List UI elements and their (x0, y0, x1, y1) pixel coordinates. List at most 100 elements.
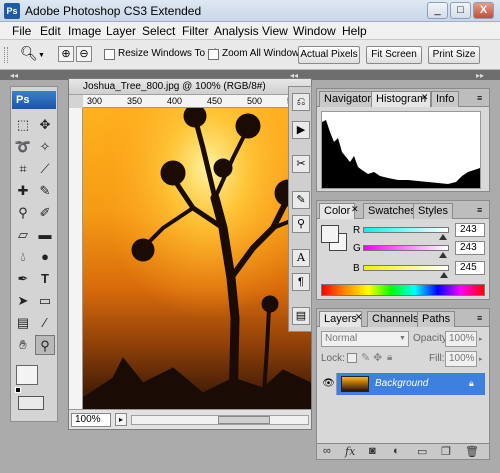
character-panel-icon[interactable]: A (292, 249, 310, 267)
fill-field[interactable]: 100% (445, 351, 477, 367)
print-size-button[interactable]: Print Size (428, 46, 480, 64)
tool-preset-dropdown-icon[interactable]: ▼ (38, 52, 45, 59)
zoom-in-icon[interactable]: ⊕ (58, 46, 74, 62)
green-slider-thumb[interactable] (439, 252, 447, 258)
layer-row-background[interactable]: 👁︎ Background 🔒︎ (321, 373, 485, 395)
gradient-tool-icon[interactable]: ▬ (35, 225, 55, 245)
menu-view[interactable]: View (262, 24, 288, 38)
blue-slider[interactable] (363, 265, 449, 271)
history-brush-tool-icon[interactable]: ✐ (35, 203, 55, 223)
expand-panels-icon[interactable]: ▸▸ (476, 71, 484, 80)
brushes-panel-icon[interactable]: ✎ (292, 191, 310, 209)
notes-tool-icon[interactable]: ▤ (13, 313, 33, 333)
path-selection-tool-icon[interactable]: ➤ (13, 291, 33, 311)
toolbox-logo[interactable]: Ps (12, 91, 56, 109)
document-title[interactable]: Joshua_Tree_800.jpg @ 100% (RGB/8#) (69, 79, 311, 95)
tab-color[interactable]: Color (319, 203, 356, 219)
menu-file[interactable]: File (12, 24, 31, 38)
new-group-icon[interactable]: ▭ (417, 445, 427, 458)
layer-style-icon[interactable]: fx (345, 445, 355, 458)
options-grip[interactable] (4, 47, 8, 63)
type-tool-icon[interactable]: T (35, 269, 55, 289)
menu-layer[interactable]: Layer (106, 24, 136, 38)
lock-transparent-icon[interactable] (347, 353, 357, 363)
close-tab-icon[interactable]: ✕ (421, 92, 429, 103)
red-slider-thumb[interactable] (439, 234, 447, 240)
menu-edit[interactable]: Edit (40, 24, 61, 38)
magic-wand-tool-icon[interactable]: ✧ (35, 137, 55, 157)
scrollbar-thumb[interactable] (218, 416, 270, 424)
foreground-color-swatch[interactable] (321, 225, 339, 243)
menu-image[interactable]: Image (68, 24, 101, 38)
resize-windows-checkbox[interactable] (104, 49, 115, 60)
tab-channels[interactable]: Channels (367, 311, 424, 327)
status-menu-icon[interactable]: ▸ (115, 413, 127, 426)
menu-select[interactable]: Select (142, 24, 175, 38)
opacity-field[interactable]: 100% (445, 331, 477, 347)
screen-mode-icon[interactable] (18, 396, 44, 410)
color-spectrum-bar[interactable] (321, 284, 485, 296)
brush-tool-icon[interactable]: ✎ (35, 181, 55, 201)
tab-navigator[interactable]: Navigator (319, 91, 377, 107)
close-button[interactable]: X (473, 2, 494, 19)
actions-panel-icon[interactable]: ▶ (292, 121, 310, 139)
close-tab-icon[interactable]: ✕ (351, 204, 359, 215)
horizontal-scrollbar[interactable] (131, 415, 309, 425)
opacity-slider-icon[interactable]: ▸ (479, 335, 483, 343)
history-panel-icon[interactable]: ⎌ (292, 93, 310, 111)
zoom-level-field[interactable]: 100% (71, 413, 111, 427)
lasso-tool-icon[interactable]: ➰ (13, 137, 33, 157)
blend-mode-chevron-icon[interactable]: ▼ (399, 335, 406, 342)
lock-pixels-icon[interactable]: ✎ (361, 351, 370, 364)
menu-analysis[interactable]: Analysis (214, 24, 259, 38)
maximize-button[interactable]: □ (450, 2, 471, 19)
eraser-tool-icon[interactable]: ▱ (13, 225, 33, 245)
menu-filter[interactable]: Filter (182, 24, 209, 38)
red-slider[interactable] (363, 227, 449, 233)
tab-info[interactable]: Info (431, 91, 460, 107)
pen-tool-icon[interactable]: ✒ (13, 269, 33, 289)
blur-tool-icon[interactable]: 💧︎ (13, 247, 33, 267)
zoom-all-windows-checkbox[interactable] (208, 49, 219, 60)
clone-stamp-tool-icon[interactable]: ⚲ (13, 203, 33, 223)
collapse-toolbox-icon[interactable]: ◂◂ (10, 71, 18, 80)
marquee-tool-icon[interactable]: ⬚ (13, 115, 33, 135)
zoom-out-icon[interactable]: ⊖ (76, 46, 92, 62)
tool-presets-icon[interactable]: ✂ (292, 155, 310, 173)
fit-screen-button[interactable]: Fit Screen (366, 46, 422, 64)
tab-paths[interactable]: Paths (417, 311, 456, 327)
tab-styles[interactable]: Styles (413, 203, 453, 219)
panel-menu-icon[interactable]: ≡ (477, 205, 482, 215)
dodge-tool-icon[interactable]: ● (35, 247, 55, 267)
default-colors-icon[interactable] (15, 387, 21, 393)
adjustment-layer-icon[interactable]: ◐ (393, 445, 400, 457)
link-layers-icon[interactable]: ∞ (323, 445, 331, 457)
blue-slider-thumb[interactable] (440, 272, 448, 278)
eyedropper-tool-icon[interactable]: ⁄ (35, 313, 55, 333)
red-value-field[interactable]: 243 (455, 223, 485, 237)
delete-layer-icon[interactable]: 🗑︎ (465, 445, 479, 458)
blue-value-field[interactable]: 245 (455, 261, 485, 275)
green-slider[interactable] (363, 245, 449, 251)
fill-slider-icon[interactable]: ▸ (479, 355, 483, 363)
move-tool-icon[interactable]: ✥ (35, 115, 55, 135)
visibility-eye-icon[interactable]: 👁︎ (321, 373, 337, 395)
hand-tool-icon[interactable]: ✋︎ (13, 335, 33, 355)
shape-tool-icon[interactable]: ▭ (35, 291, 55, 311)
clone-source-icon[interactable]: ⚲ (292, 215, 310, 233)
panel-menu-icon[interactable]: ≡ (477, 313, 482, 323)
healing-brush-tool-icon[interactable]: ✚ (13, 181, 33, 201)
zoom-tool-icon[interactable]: 🔍︎ (20, 45, 38, 62)
layer-comps-icon[interactable]: ▤ (292, 307, 310, 325)
panel-menu-icon[interactable]: ≡ (477, 93, 482, 103)
lock-all-icon[interactable]: 🔒︎ (387, 352, 392, 363)
slice-tool-icon[interactable]: ⟋ (35, 159, 55, 179)
green-value-field[interactable]: 243 (455, 241, 485, 255)
minimize-button[interactable]: _ (427, 2, 448, 19)
blend-mode-select[interactable]: Normal (321, 331, 409, 347)
menu-help[interactable]: Help (342, 24, 367, 38)
paragraph-panel-icon[interactable]: ¶ (292, 273, 310, 291)
add-mask-icon[interactable]: ◙ (369, 445, 376, 457)
lock-position-icon[interactable]: ✥ (373, 351, 382, 364)
actual-pixels-button[interactable]: Actual Pixels (298, 46, 360, 64)
